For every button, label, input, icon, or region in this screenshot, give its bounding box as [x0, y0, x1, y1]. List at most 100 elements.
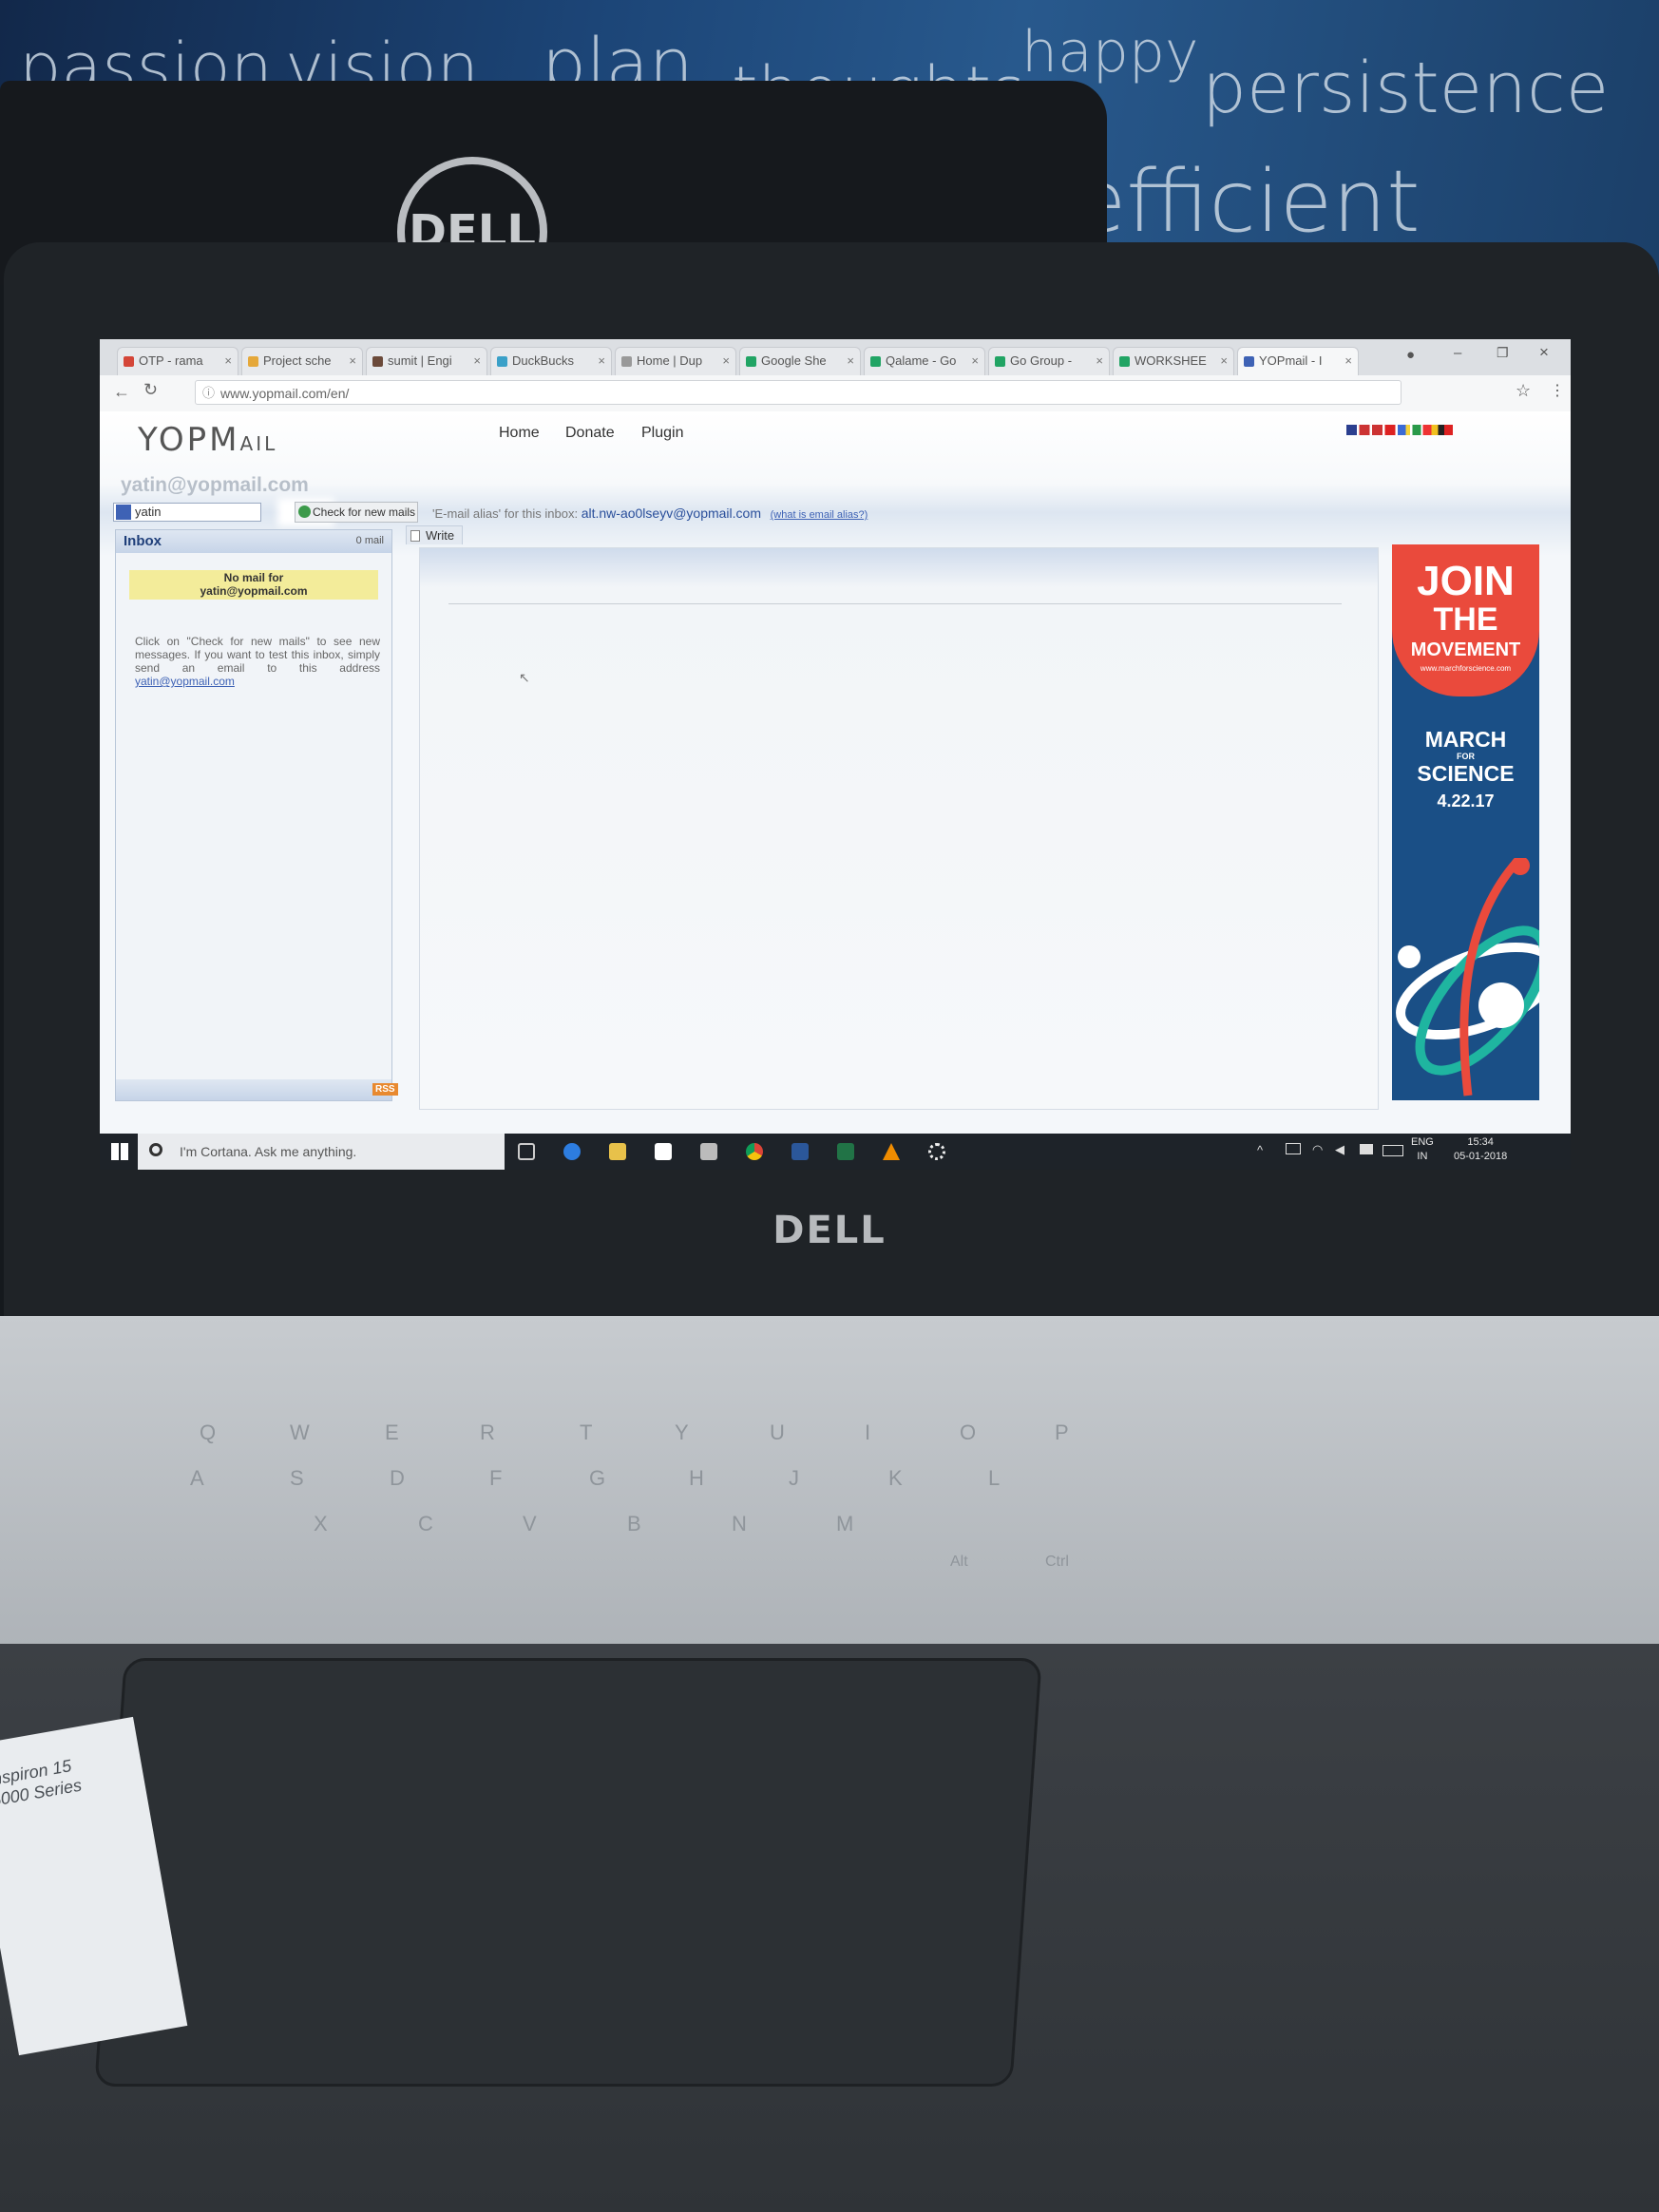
close-icon[interactable]: ×	[1220, 348, 1228, 374]
vlc-icon[interactable]	[883, 1143, 900, 1160]
key: Q	[200, 1421, 217, 1444]
language-indicator[interactable]: ENG IN	[1411, 1135, 1434, 1164]
tab-label: Qalame - Go	[886, 353, 957, 368]
alias-value[interactable]: alt.nw-ao0lseyv@yopmail.com	[582, 505, 761, 521]
settings-gear-icon[interactable]	[928, 1143, 945, 1160]
back-icon[interactable]: ←	[113, 382, 130, 402]
inbox-header: Inbox 0 mail	[116, 530, 391, 553]
wifi-icon[interactable]: ◠	[1312, 1142, 1323, 1157]
key: C	[418, 1512, 433, 1535]
inbox-footer	[116, 1079, 391, 1100]
login-input[interactable]: yatin	[113, 503, 261, 522]
key: T	[580, 1421, 593, 1444]
tab-favicon-icon	[248, 356, 258, 367]
rss-button[interactable]: RSS	[372, 1083, 398, 1096]
key: E	[385, 1421, 399, 1444]
refresh-icon	[298, 505, 311, 518]
minimize-icon[interactable]: –	[1454, 345, 1461, 361]
yopmail-logo[interactable]: YOPMAIL	[138, 421, 277, 459]
ad-date: 4.22.17	[1437, 791, 1495, 810]
language-flags[interactable]	[1346, 425, 1453, 435]
browser-tab[interactable]: WORKSHEE ×	[1113, 347, 1234, 375]
email-alias-line: 'E-mail alias' for this inbox: alt.nw-ao…	[432, 505, 868, 521]
browser-tab[interactable]: Go Group - ×	[988, 347, 1110, 375]
logo-small: AIL	[239, 432, 278, 455]
close-icon[interactable]: ×	[598, 348, 605, 374]
nav-home[interactable]: Home	[499, 425, 540, 442]
profile-icon[interactable]: ●	[1406, 347, 1415, 363]
edge-icon[interactable]	[563, 1143, 581, 1160]
address-bar[interactable]: ⓘ www.yopmail.com/en/	[195, 380, 1402, 405]
write-tab[interactable]: Write	[406, 525, 463, 544]
browser-tab[interactable]: Home | Dup ×	[615, 347, 736, 375]
ad-top-badge: JOIN THE MOVEMENT www.marchforscience.co…	[1392, 544, 1539, 696]
menu-icon[interactable]: ⋮	[1550, 381, 1565, 400]
ad-line-science: SCIENCE	[1417, 761, 1515, 786]
browser-tab[interactable]: Project sche ×	[241, 347, 363, 375]
hint-email-link[interactable]: yatin@yopmail.com	[135, 675, 235, 688]
close-icon[interactable]: ×	[847, 348, 854, 374]
cortana-search-box[interactable]: I'm Cortana. Ask me anything.	[138, 1134, 505, 1170]
sheets-icon	[995, 356, 1005, 367]
inbox-panel: Inbox 0 mail No mail for yatin@yopmail.c…	[115, 529, 398, 1101]
browser-tab[interactable]: DuckBucks ×	[490, 347, 612, 375]
ad-line-march: MARCH	[1424, 727, 1507, 752]
volume-icon[interactable]: ◀	[1335, 1142, 1344, 1157]
close-icon[interactable]: ×	[1096, 348, 1103, 374]
file-explorer-icon[interactable]	[609, 1143, 626, 1160]
ad-line-movement: MOVEMENT	[1410, 639, 1521, 660]
model-sticker-text: Inspiron 15 5000 Series	[0, 1756, 84, 1810]
write-icon	[410, 530, 420, 542]
tab-label: OTP - rama	[139, 353, 203, 368]
close-window-icon[interactable]: ×	[1539, 343, 1549, 362]
windows-start-icon[interactable]	[111, 1143, 128, 1160]
close-icon[interactable]: ×	[473, 348, 481, 374]
reload-icon[interactable]: ↻	[143, 380, 158, 400]
close-icon[interactable]: ×	[349, 348, 356, 374]
browser-tab[interactable]: sumit | Engi ×	[366, 347, 487, 375]
march-for-science-ad[interactable]: JOIN THE MOVEMENT www.marchforscience.co…	[1392, 544, 1539, 1100]
excel-icon[interactable]	[837, 1143, 854, 1160]
key: N	[732, 1512, 747, 1535]
nav-donate[interactable]: Donate	[565, 425, 615, 442]
task-view-icon[interactable]	[518, 1143, 535, 1160]
store-icon[interactable]	[655, 1143, 672, 1160]
bookmark-star-icon[interactable]: ☆	[1516, 381, 1531, 401]
check-new-mails-button[interactable]: Check for new mails	[295, 502, 418, 523]
key: U	[770, 1421, 785, 1444]
address-url: www.yopmail.com/en/	[220, 386, 350, 401]
tab-favicon-icon	[497, 356, 507, 367]
browser-tab[interactable]: Google She ×	[739, 347, 861, 375]
system-clock[interactable]: 15:34 05-01-2018	[1454, 1135, 1507, 1164]
close-icon[interactable]: ×	[224, 348, 232, 374]
keyboard-icon[interactable]	[1382, 1145, 1403, 1156]
mouse-cursor-icon: ↖	[519, 670, 530, 685]
alias-help-link[interactable]: (what is email alias?)	[771, 509, 868, 521]
touchpad	[94, 1658, 1042, 2087]
close-icon[interactable]: ×	[971, 348, 979, 374]
tab-label: Go Group -	[1010, 353, 1073, 368]
close-icon[interactable]: ×	[1344, 348, 1352, 374]
nav-plugin[interactable]: Plugin	[641, 425, 683, 442]
browser-tab[interactable]: OTP - rama ×	[117, 347, 238, 375]
browser-tab-active[interactable]: YOPmail - I ×	[1237, 347, 1359, 375]
chrome-icon[interactable]	[746, 1143, 763, 1160]
tab-favicon-icon	[372, 356, 383, 367]
tab-label: Project sche	[263, 353, 332, 368]
notification-icon[interactable]	[1360, 1144, 1373, 1154]
restore-icon[interactable]: ❐	[1497, 345, 1509, 361]
word-icon[interactable]	[791, 1143, 809, 1160]
tablet-icon[interactable]	[1286, 1143, 1301, 1154]
close-icon[interactable]: ×	[722, 348, 730, 374]
key: F	[489, 1466, 503, 1490]
chevron-up-icon[interactable]: ^	[1257, 1143, 1263, 1157]
key: Y	[675, 1421, 689, 1444]
ad-line-the: THE	[1433, 601, 1498, 638]
key: D	[390, 1466, 405, 1490]
app-icon[interactable]	[700, 1143, 717, 1160]
browser-tab[interactable]: Qalame - Go ×	[864, 347, 985, 375]
logo-main: YOPM	[138, 421, 240, 459]
key: M	[836, 1512, 854, 1535]
inbox-count: 0 mail	[355, 535, 384, 546]
hint-text: Click on "Check for new mails" to see ne…	[135, 635, 380, 675]
